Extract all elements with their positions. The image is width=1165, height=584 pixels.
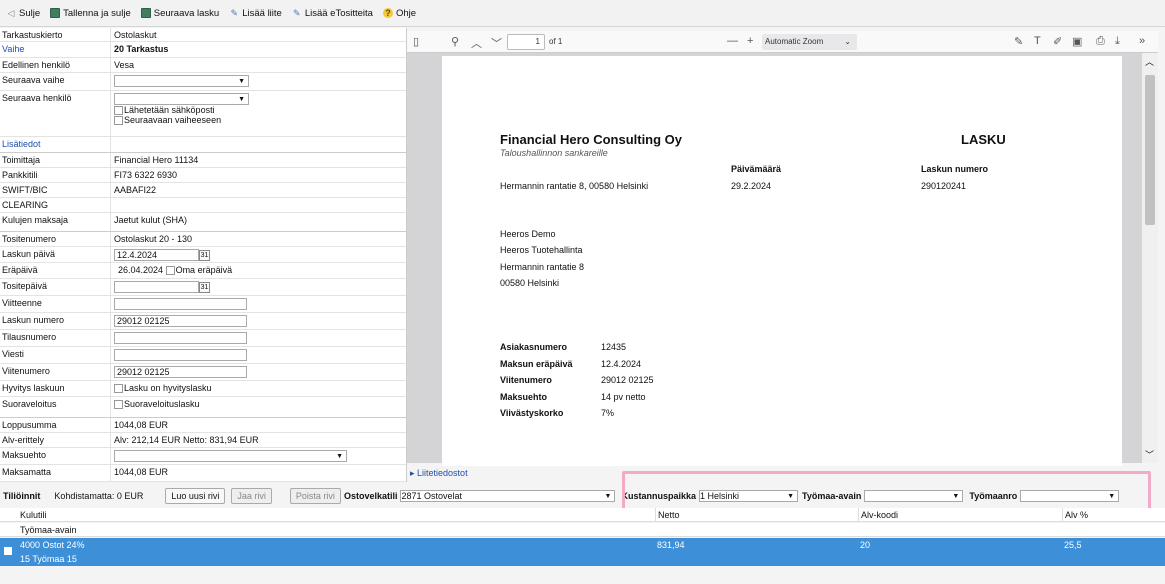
form-row: Viitenumero 29012 02125 [0,364,406,381]
draw-icon[interactable]: ✐ [1053,35,1062,48]
print-icon[interactable]: ⎙ [1096,35,1105,48]
highlight-icon[interactable]: ✎ [1014,35,1023,48]
zoom-select[interactable]: Automatic Zoom ⌄ [762,34,857,50]
next-stage-select[interactable]: ▼ [114,75,249,87]
save-icon[interactable]: ⤓ [1115,35,1120,48]
pdf-page: Financial Hero Consulting Oy Taloushalli… [442,56,1122,466]
row-checkbox[interactable] [4,547,12,555]
form-row: Maksamatta 1044,08 EUR [0,465,406,482]
paperclip-icon: ✎ [293,8,301,18]
sidebar-toggle-icon[interactable]: ▯ [413,35,419,48]
form-row: Edellinen henkilö Vesa [0,58,406,73]
form-row: SWIFT/BIC AABAFI22 [0,183,406,198]
chevron-down-icon: ▼ [238,96,245,103]
search-icon[interactable]: ⚲ [451,35,459,48]
form-row: Suoraveloitus Suoraveloituslasku [0,397,406,418]
company-name: Financial Hero Consulting Oy [500,132,683,147]
help-icon: ? [382,8,393,18]
chevron-down-icon: ▼ [604,493,612,500]
form-row: Laskun päivä 12.4.2024 31 [0,247,406,263]
image-icon[interactable]: ▣ [1072,35,1082,48]
split-row-button[interactable]: Jaa rivi [231,488,272,504]
form-row: Tilausnumero [0,330,406,347]
zoom-out-icon[interactable]: — [727,35,738,47]
company-tagline: Taloushallinnon sankareille [500,148,608,158]
back-arrow-icon: ◁ [7,8,15,18]
chevron-down-icon[interactable]: ﹀ [491,35,502,51]
order-number-input[interactable] [114,332,247,344]
form-row: Viesti [0,347,406,364]
form-row: Seuraava vaihe ▼ [0,73,406,91]
page-number-input[interactable]: 1 [507,34,545,50]
close-button[interactable]: ◁ Sulje [6,8,41,19]
help-button[interactable]: ? Ohje [382,8,416,19]
invoice-number-input[interactable]: 29012 02125 [114,315,247,327]
form-row: CLEARING [0,198,406,213]
attachments-link[interactable]: ▸ Liitetiedostot [410,468,468,479]
more-tools-icon[interactable]: » [1139,35,1145,47]
save-icon [140,8,151,18]
form-row: Seuraava henkilö ▼ Lähetetään sähköposti… [0,91,406,137]
form-row: Loppusumma 1044,08 EUR [0,418,406,433]
next-stage-checkbox[interactable] [114,116,123,126]
form-row: Toimittaja Financial Hero 11134 [0,153,406,168]
pdf-toolbar: ▯ ⚲ ︿ ﹀ 1 of 1 — + Automatic Zoom ⌄ ✎ T ✐… [407,31,1158,53]
save-and-close-button[interactable]: Tallenna ja sulje [50,8,131,19]
form-row: Eräpäivä 26.04.2024 Oma eräpäivä [0,263,406,279]
text-icon[interactable]: T [1034,35,1041,47]
delete-row-button[interactable]: Poista rivi [289,488,341,504]
zoom-in-icon[interactable]: + [747,35,753,47]
form-row: Tarkastuskierto Ostolaskut [0,28,406,42]
form-row: Lisätiedot [0,137,406,153]
invoice-form: Tarkastuskierto Ostolaskut Vaihe 20 Tarkas… [0,28,407,482]
add-attachment-button[interactable]: ✎ Lisää liite [229,8,281,19]
paperclip-icon: ✎ [230,8,238,18]
add-evoucher-button[interactable]: ✎ Lisää eTositteita [292,8,373,19]
payables-account-select[interactable]: 2871 Ostovelat ▼ [400,490,616,502]
form-row: Tositepäivä 31 [0,279,406,296]
form-row: Tositenumero Ostolaskut 20 - 130 [0,232,406,247]
form-row: Pankkitili FI73 6322 6930 [0,168,406,183]
chevron-down-icon: ⌄ [844,37,851,46]
lisatiedot-link[interactable]: Lisätiedot [0,137,111,152]
grid-header: Kulutili Netto Alv-koodi Alv % [0,508,1165,522]
send-email-checkbox[interactable] [114,106,123,116]
form-row: Vaihe 20 Tarkastus [0,42,406,58]
form-row: Laskun numero 29012 02125 [0,313,406,330]
chevron-down-icon: ▼ [238,78,245,85]
document-title: LASKU [961,132,1006,147]
form-row: Hyvitys laskuun Lasku on hyvityslasku [0,381,406,397]
scrollbar-thumb[interactable] [1145,75,1155,225]
own-due-date-checkbox[interactable] [165,266,175,276]
grid-subheader: Työmaa-avain [0,523,1165,537]
table-row[interactable]: 4000 Ostot 24% 831,94 20 25,5 15 Työmaa … [0,538,1165,566]
payment-terms-select[interactable]: ▼ [114,450,347,462]
reference-number-input[interactable]: 29012 02125 [114,366,247,378]
save-icon [50,8,61,18]
vaihe-link[interactable]: Vaihe [0,42,111,57]
chevron-up-icon[interactable]: ︿ [1145,55,1154,68]
next-invoice-button[interactable]: Seuraava lasku [140,8,219,19]
new-row-button[interactable]: Luo uusi rivi [165,488,226,504]
pdf-scrollbar[interactable]: ︿ ﹀ [1142,53,1158,463]
voucher-date-input[interactable] [114,281,199,293]
form-row: Maksuehto ▼ [0,448,406,465]
toolbar: ◁ Sulje Tallenna ja sulje Seuraava lasku … [0,0,1165,27]
message-input[interactable] [114,349,247,361]
calendar-icon[interactable]: 31 [199,281,210,293]
form-row: Kulujen maksaja Jaetut kulut (SHA) [0,213,406,232]
highlight-box [622,471,1151,513]
form-row: Alv-erittely Alv: 212,14 EUR Netto: 831,9… [0,433,406,448]
chevron-down-icon[interactable]: ﹀ [1145,448,1154,461]
invoice-date-input[interactable]: 12.4.2024 [114,249,199,261]
form-row: Viitteenne [0,296,406,313]
pdf-viewer: ▯ ⚲ ︿ ﹀ 1 of 1 — + Automatic Zoom ⌄ ✎ T ✐… [407,31,1158,466]
next-person-select[interactable]: ▼ [114,93,249,105]
chevron-up-icon[interactable]: ︿ [471,35,482,51]
direct-debit-checkbox[interactable] [114,400,123,410]
chevron-down-icon: ▼ [336,453,343,460]
calendar-icon[interactable]: 31 [199,249,210,261]
credit-note-checkbox[interactable] [114,384,123,394]
your-reference-input[interactable] [114,298,247,310]
